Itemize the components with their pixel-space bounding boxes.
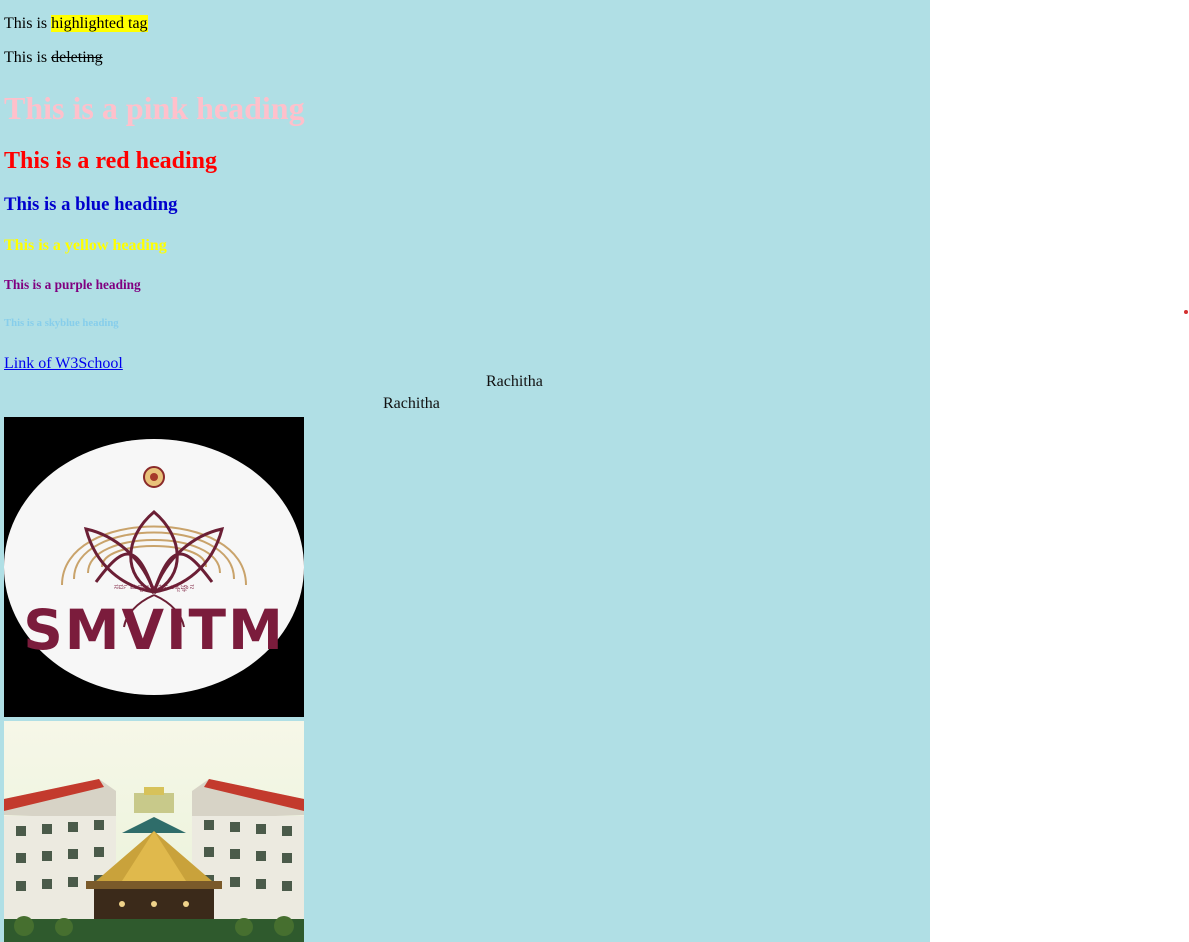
logo-icon: ಸರ್ವ ಮಧ್ವಾಚಾರ್ಯ ತತ್ವಜ್ಞಾನ SMVITM: [4, 417, 304, 717]
indicator-dot: [1184, 310, 1188, 314]
red-heading: This is a red heading: [4, 148, 217, 174]
delete-line-prefix: This is: [4, 49, 52, 66]
delete-line: This is deleting: [4, 49, 103, 67]
w3school-link[interactable]: Link of W3School: [4, 355, 123, 373]
blue-heading: This is a blue heading: [4, 194, 178, 215]
logo-subtext: ಸರ್ವ ಮಧ್ವಾಚಾರ್ಯ ತತ್ವಜ್ಞಾನ: [114, 582, 195, 593]
page-body: This is highlighted tag This is deleting…: [0, 0, 930, 942]
highlight-line: This is highlighted tag: [4, 15, 148, 33]
building-icon: [4, 721, 304, 942]
college-building-image: [4, 721, 304, 942]
smvitm-logo-image: ಸರ್ವ ಮಧ್ವಾಚಾರ್ಯ ತತ್ವಜ್ಞಾನ SMVITM: [4, 417, 304, 717]
pink-heading: This is a pink heading: [4, 90, 305, 126]
deleted-text: deleting: [51, 49, 103, 66]
yellow-heading: This is a yellow heading: [4, 237, 167, 254]
marquee-text-2: Rachitha: [383, 395, 440, 412]
highlighted-text: highlighted tag: [51, 15, 148, 32]
highlight-line-prefix: This is: [4, 15, 52, 32]
purple-heading: This is a purple heading: [4, 277, 141, 292]
logo-text: SMVITM: [23, 598, 285, 662]
skyblue-heading: This is a skyblue heading: [4, 317, 119, 329]
marquee-text-1: Rachitha: [486, 373, 543, 390]
